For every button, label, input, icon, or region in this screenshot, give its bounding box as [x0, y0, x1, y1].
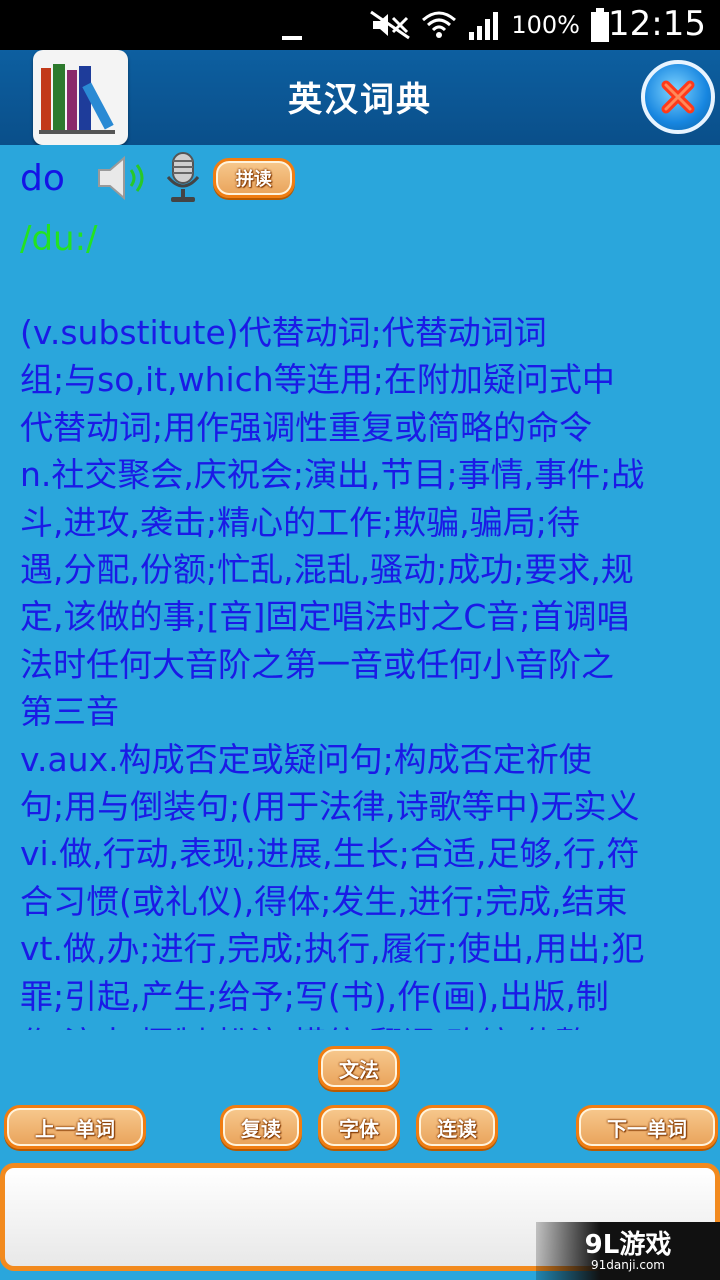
definition-line: 第三音: [20, 692, 119, 732]
definition-line: 法时任何大音阶之第一音或任何小音阶之: [20, 644, 614, 684]
next-word-label: 下一单词: [607, 1116, 687, 1141]
next-word-button[interactable]: 下一单词: [576, 1105, 718, 1149]
continuous-read-button[interactable]: 连读: [416, 1105, 498, 1149]
continuous-read-label: 连读: [437, 1116, 477, 1141]
microphone-icon[interactable]: [163, 151, 203, 205]
definition-line: vi.做,行动,表现;进展,生长;合适,足够,行,符: [20, 834, 640, 874]
battery-percent: 100%: [511, 11, 580, 39]
phonetic: /du:/: [20, 219, 98, 259]
definition-line: 组;与so,it,which等连用;在附加疑问式中: [20, 360, 615, 400]
page-title: 英汉词典: [288, 80, 432, 120]
definition-text: (v.substitute)代替动词;代替动词词 组;与so,it,which等…: [20, 309, 720, 1030]
close-icon: [661, 80, 695, 114]
definition-line: 斗,进攻,袭击;精心的工作;欺骗,骗局;待: [20, 502, 580, 542]
font-label: 字体: [339, 1116, 379, 1141]
definition-line: 句;用与倒装句;(用于法律,诗歌等中)无实义: [20, 787, 640, 827]
headword: do: [20, 157, 65, 199]
wifi-icon: [422, 11, 457, 38]
clock: 12:15: [608, 4, 706, 44]
prev-word-button[interactable]: 上一单词: [4, 1105, 146, 1149]
signal-icon: [469, 12, 499, 40]
font-button[interactable]: 字体: [318, 1105, 400, 1149]
spell-read-button[interactable]: 拼读: [212, 158, 295, 198]
watermark-main: 9L游戏: [584, 1230, 672, 1260]
definition-line: 合习惯(或礼仪),得体;发生,进行;完成,结束: [20, 881, 628, 921]
grammar-label: 文法: [339, 1057, 379, 1082]
close-button[interactable]: [641, 60, 715, 134]
definition-line: vt.做,办;进行,完成;执行,履行;使出,用出;犯: [20, 929, 645, 969]
repeat-read-label: 复读: [241, 1116, 281, 1141]
dictionary-entry: do 拼读 /du:/ (v.substitute)代替动词;代替动词词 组;与…: [0, 145, 720, 1030]
notification-icon: [282, 36, 302, 40]
prev-word-label: 上一单词: [35, 1116, 115, 1141]
status-bar: 100% 12:15: [0, 0, 720, 50]
definition-line: n.社交聚会,庆祝会;演出,节目;事情,事件;战: [20, 455, 645, 495]
battery-icon: [591, 8, 609, 42]
speaker-icon[interactable]: [95, 153, 151, 203]
repeat-read-button[interactable]: 复读: [220, 1105, 302, 1149]
app-header: 英汉词典: [0, 50, 720, 145]
word-row: do 拼读: [20, 151, 295, 205]
definition-line: 定,该做的事;[音]固定唱法时之C音;首调唱: [20, 597, 630, 637]
watermark-sub: 91danji.com: [591, 1258, 665, 1272]
spell-read-label: 拼读: [235, 169, 272, 190]
definition-line: 代替动词;用作强调性重复或简略的命令: [20, 407, 593, 447]
definition-line: (v.substitute)代替动词;代替动词词: [20, 313, 547, 352]
definition-line: v.aux.构成否定或疑问句;构成否定祈使: [20, 739, 592, 779]
mute-icon: [370, 10, 411, 40]
grammar-button[interactable]: 文法: [318, 1046, 400, 1090]
definition-line: 遇,分配,份额;忙乱,混乱,骚动;成功;要求,规: [20, 550, 634, 590]
definition-line: 罪;引起,产生;给予;写(书),作(画),出版,制: [20, 976, 609, 1016]
definition-line: 作,演出,摄制,扮演,模仿,翻译,改编,使整: [20, 1020, 720, 1030]
watermark-logo: 9L游戏 91danji.com: [536, 1222, 720, 1280]
status-icons: 100%: [369, 6, 610, 44]
